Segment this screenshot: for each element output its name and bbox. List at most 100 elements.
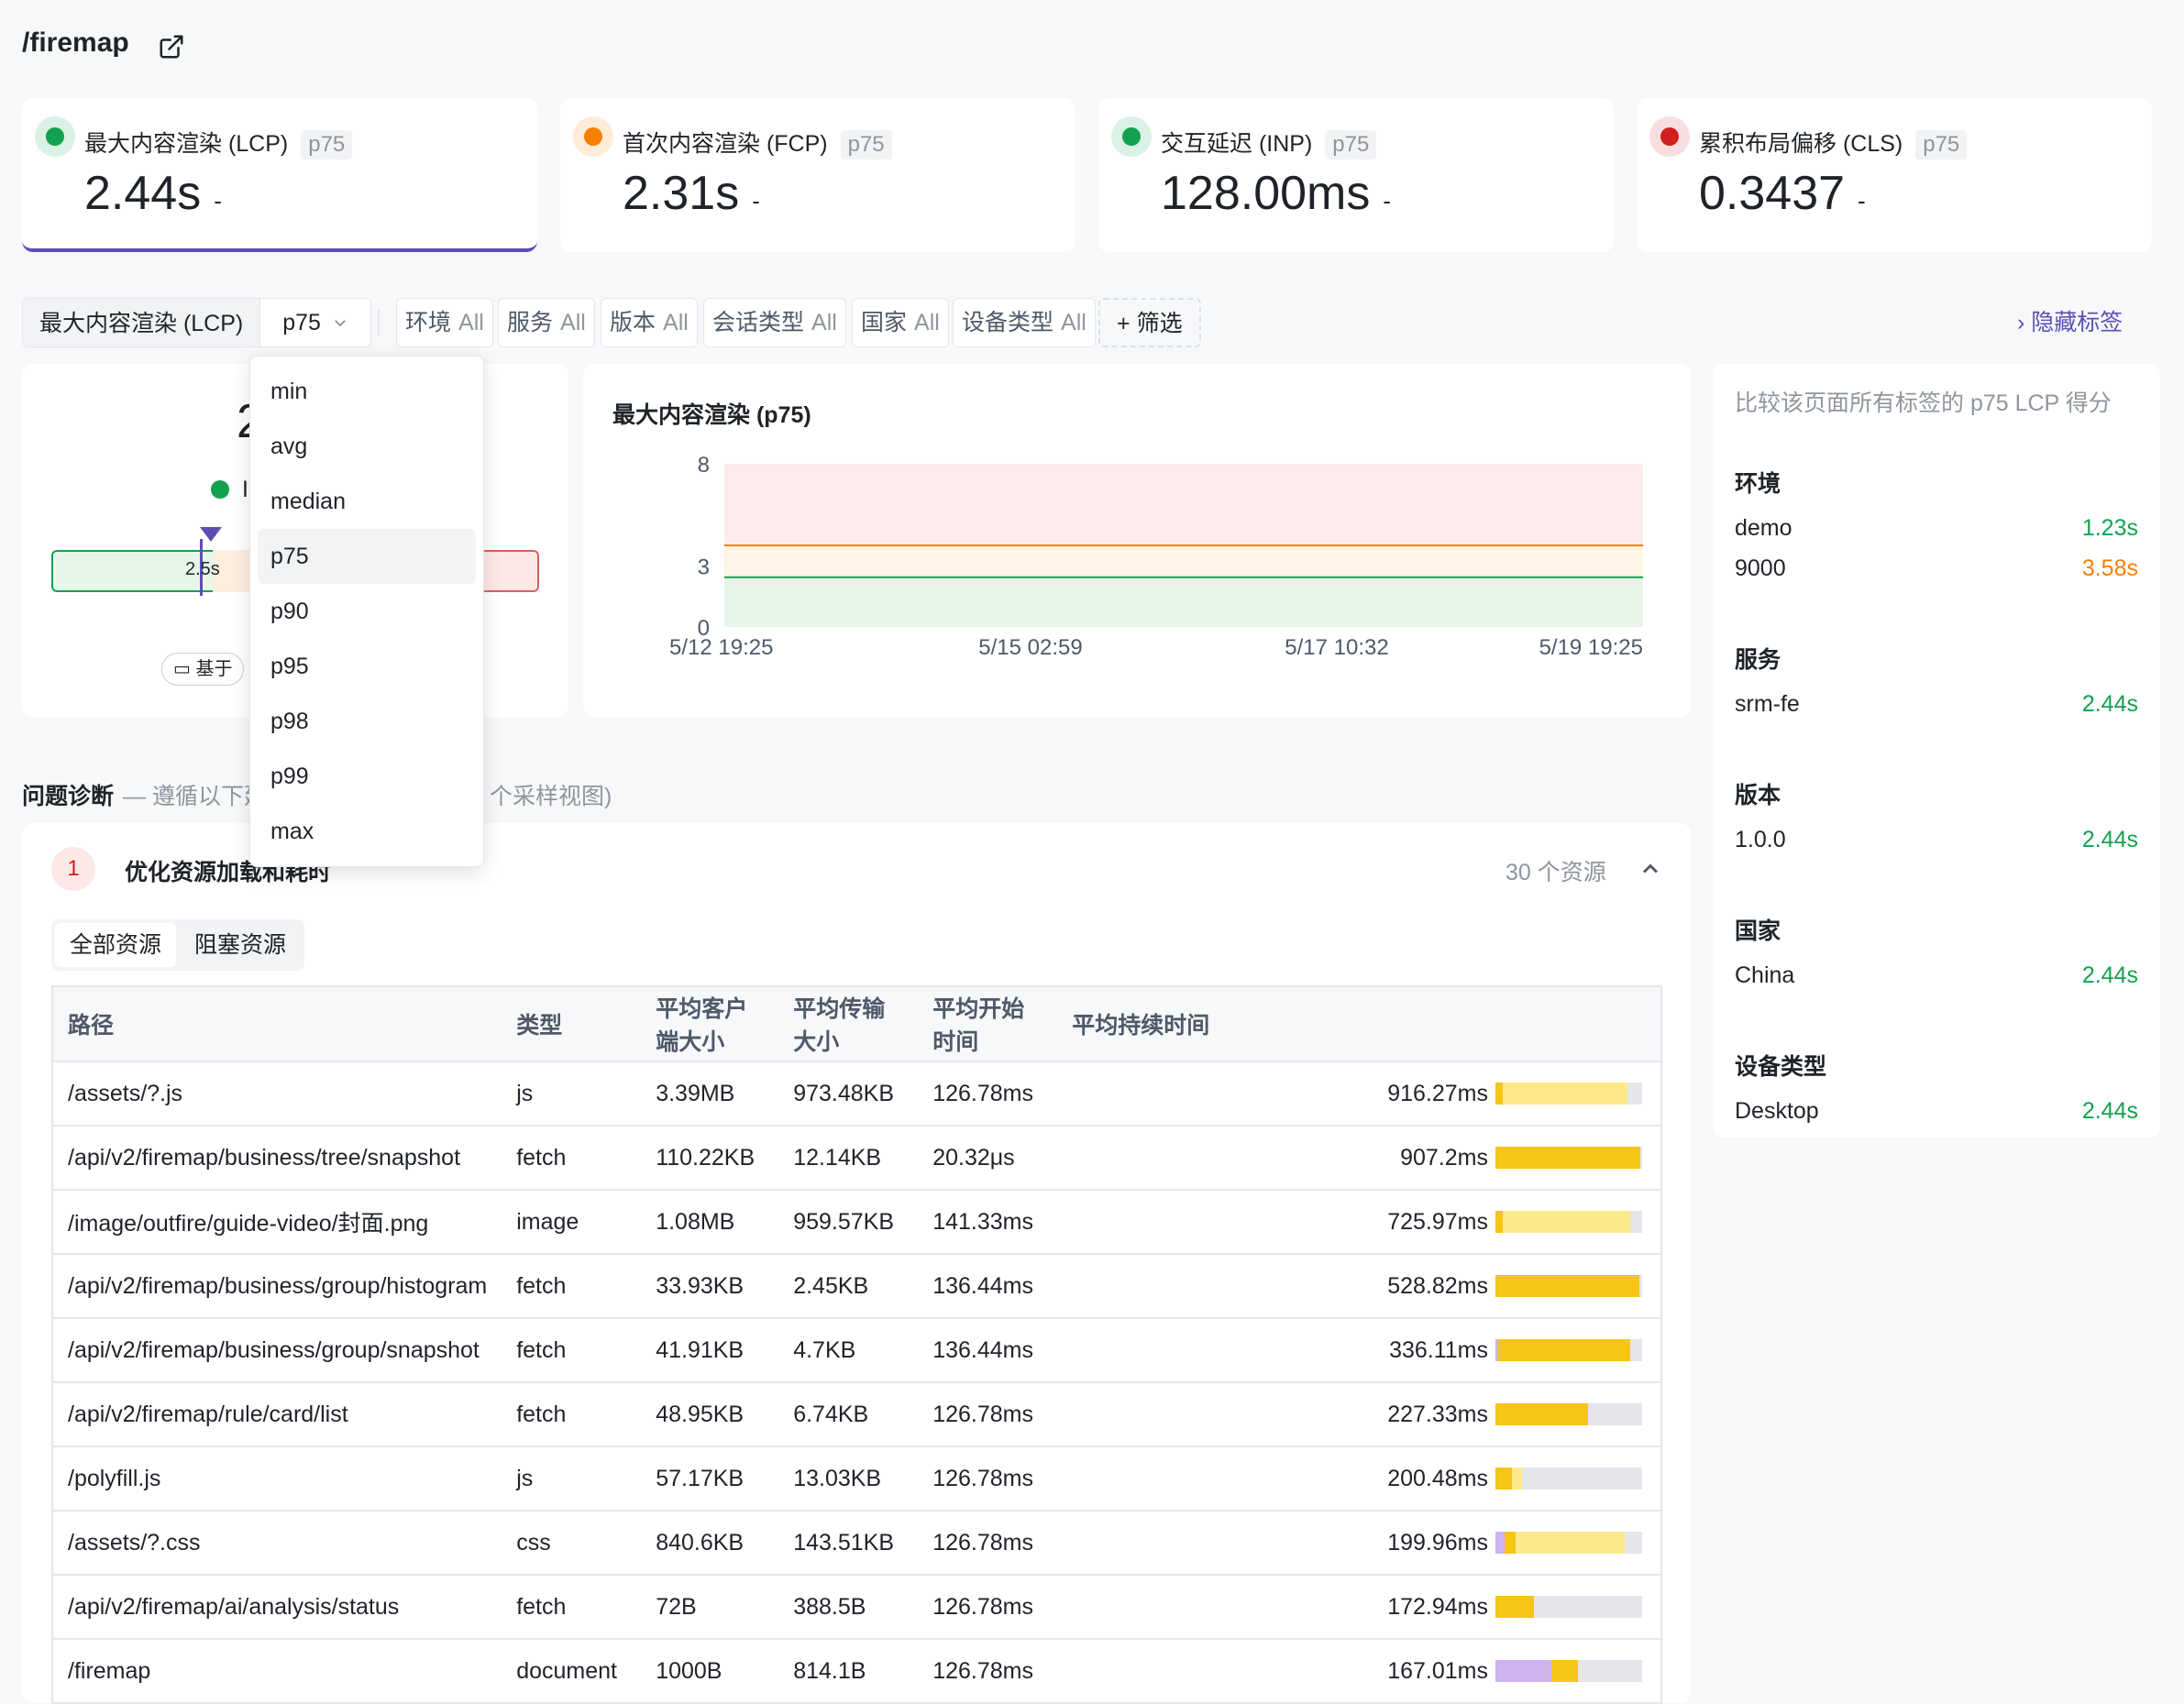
metric-stat: p75	[1325, 130, 1377, 159]
col-client-size[interactable]: 平均客户端大小	[641, 986, 779, 1062]
col-path[interactable]: 路径	[52, 986, 502, 1062]
metric-card-fcp[interactable]: 首次内容渲染 (FCP) p75 2.31s -	[560, 98, 1075, 252]
tag-row[interactable]: demo 1.23s	[1735, 515, 2138, 542]
dropdown-option-p99[interactable]: p99	[258, 749, 476, 804]
tag-row[interactable]: srm-fe 2.44s	[1735, 691, 2138, 718]
filter-chip-device-type[interactable]: 设备类型 All	[953, 298, 1096, 347]
metric-selector: 最大内容渲染 (LCP) p75	[22, 298, 371, 347]
duration-bar-cell	[1495, 1318, 1661, 1383]
metric-delta: -	[1383, 187, 1392, 214]
metric-delta: -	[1858, 187, 1866, 214]
chevron-up-icon[interactable]	[1638, 856, 1663, 882]
stat-select-value: p75	[282, 310, 321, 335]
external-link-icon[interactable]	[158, 33, 185, 60]
stat-select[interactable]: p75	[260, 299, 370, 346]
table-row[interactable]: /assets/?.js js 3.39MB 973.48KB 126.78ms 916.…	[52, 1061, 1661, 1127]
metric-card-cls[interactable]: 累积布局偏移 (CLS) p75 0.3437-	[1637, 98, 2152, 252]
metric-name: 交互延迟 (INP)	[1161, 131, 1313, 157]
dropdown-option-median[interactable]: median	[258, 474, 476, 529]
transfer-size: 959.57KB	[778, 1190, 919, 1255]
filter-chip-version[interactable]: 版本 All	[601, 298, 698, 347]
client-size: 72B	[641, 1575, 779, 1640]
client-size: 840.6KB	[641, 1511, 779, 1576]
tag-value: 2.44s	[2081, 962, 2138, 988]
duration: 172.94ms	[1057, 1575, 1495, 1640]
start-time: 141.33ms	[918, 1190, 1058, 1255]
transfer-size: 973.48KB	[778, 1061, 919, 1127]
tab-blocking-resources[interactable]: 阻塞资源	[180, 923, 301, 967]
duration-bar	[1495, 1275, 1642, 1297]
duration-bar-cell	[1495, 1254, 1661, 1319]
dropdown-option-p75[interactable]: p75	[258, 529, 476, 584]
filter-chip-country[interactable]: 国家 All	[852, 298, 949, 347]
hide-tags-button[interactable]: › 隐藏标签	[2017, 304, 2123, 337]
table-row[interactable]: /api/v2/firemap/business/group/snapshot f…	[52, 1318, 1661, 1383]
dropdown-option-max[interactable]: max	[258, 804, 476, 859]
duration-bar-cell	[1495, 1190, 1661, 1255]
tab-all-resources[interactable]: 全部资源	[55, 923, 177, 967]
metric-card-inp[interactable]: 交互延迟 (INP) p75 128.00ms -	[1098, 98, 1614, 252]
client-size: 41.91KB	[641, 1318, 779, 1383]
tag-group-title: 版本	[1735, 783, 1781, 808]
metric-select[interactable]: 最大内容渲染 (LCP)	[23, 299, 261, 346]
transfer-size: 388.5B	[778, 1575, 919, 1640]
chart-band-good	[724, 576, 1643, 627]
duration-bar-segment	[1495, 1275, 1639, 1297]
resource-type: fetch	[502, 1254, 642, 1319]
chevron-right-icon: ›	[2017, 310, 2025, 335]
filter-chip-session-type[interactable]: 会话类型 All	[703, 298, 846, 347]
table-row[interactable]: /api/v2/firemap/business/group/histogram…	[52, 1254, 1661, 1319]
dropdown-option-min[interactable]: min	[258, 364, 476, 419]
table-row[interactable]: /api/v2/firemap/ai/analysis/status fetch 7…	[52, 1575, 1661, 1640]
dropdown-option-p90[interactable]: p90	[258, 584, 476, 639]
y-tick-label: 8	[698, 453, 710, 478]
gauge-threshold-label: 2.5s	[185, 559, 220, 579]
table-row[interactable]: /image/outfire/guide-video/封面.png image 1.…	[52, 1190, 1661, 1255]
client-size: 110.22KB	[641, 1126, 779, 1191]
transfer-size: 6.74KB	[778, 1382, 919, 1447]
duration-bar	[1495, 1403, 1642, 1425]
start-time: 20.32μs	[918, 1126, 1058, 1191]
duration-bar-segment	[1504, 1532, 1517, 1554]
filter-chip-service[interactable]: 服务 All	[498, 298, 595, 347]
duration-bar-segment	[1495, 1403, 1588, 1425]
add-filter-button[interactable]: + 筛选	[1098, 298, 1201, 347]
duration-bar-segment	[1495, 1660, 1551, 1682]
basis-pill[interactable]: ▭ 基于	[161, 653, 245, 686]
resource-path: /assets/?.css	[52, 1511, 502, 1576]
col-transfer-size[interactable]: 平均传输大小	[778, 986, 919, 1062]
metric-name: 累积布局偏移 (CLS)	[1699, 131, 1903, 157]
metric-value: 128.00ms	[1161, 167, 1371, 220]
tag-row[interactable]: 1.0.0 2.44s	[1735, 827, 2138, 853]
dropdown-option-p95[interactable]: p95	[258, 639, 476, 694]
client-size: 3.39MB	[641, 1061, 779, 1127]
monitor-icon: ▭	[173, 659, 191, 679]
duration-bar-cell	[1495, 1061, 1661, 1127]
dropdown-option-p98[interactable]: p98	[258, 694, 476, 749]
table-row[interactable]: /api/v2/firemap/rule/card/list fetch 48.95…	[52, 1382, 1661, 1447]
tags-description: 比较该页面所有标签的 p75 LCP 得分	[1735, 390, 2112, 416]
resource-path: /api/v2/firemap/rule/card/list	[52, 1382, 502, 1447]
col-type[interactable]: 类型	[502, 986, 642, 1062]
table-row[interactable]: /polyfill.js js 57.17KB 13.03KB 126.78ms 200.…	[52, 1446, 1661, 1512]
resource-type: fetch	[502, 1382, 642, 1447]
tag-row[interactable]: 9000 3.58s	[1735, 555, 2138, 582]
tag-row[interactable]: China 2.44s	[1735, 962, 2138, 989]
metric-name: 首次内容渲染 (FCP)	[623, 131, 828, 157]
col-duration[interactable]: 平均持续时间	[1057, 986, 1661, 1062]
start-time: 126.78ms	[918, 1382, 1058, 1447]
tag-group-title: 环境	[1735, 471, 1781, 497]
status-dot	[1649, 116, 1690, 157]
metric-card-lcp[interactable]: 最大内容渲染 (LCP) p75 2.44s -	[22, 98, 537, 252]
metric-delta: -	[752, 187, 760, 214]
table-header-row: 路径 类型 平均客户端大小 平均传输大小 平均开始时间 平均持续时间	[52, 986, 1661, 1062]
resource-path: /api/v2/firemap/ai/analysis/status	[52, 1575, 502, 1640]
tag-row[interactable]: Desktop 2.44s	[1735, 1098, 2138, 1125]
table-row[interactable]: /assets/?.css css 840.6KB 143.51KB 126.78ms 1…	[52, 1511, 1661, 1576]
col-start-time[interactable]: 平均开始时间	[918, 986, 1058, 1062]
table-row[interactable]: /api/v2/firemap/business/tree/snapshot fe…	[52, 1126, 1661, 1191]
filter-chip-env[interactable]: 环境 All	[396, 298, 493, 347]
dropdown-option-avg[interactable]: avg	[258, 419, 476, 474]
metric-stat: p75	[301, 130, 353, 159]
start-time: 126.78ms	[918, 1575, 1058, 1640]
